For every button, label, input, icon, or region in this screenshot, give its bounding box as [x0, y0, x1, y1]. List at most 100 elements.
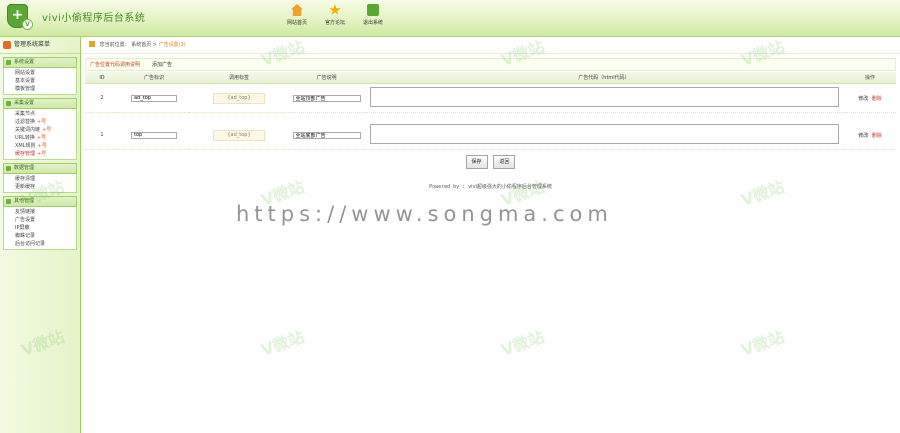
- nav-forum-label: 官方论坛: [324, 20, 345, 26]
- footer-text: vivi超级强大的小偷程序后台管理系统: [468, 184, 552, 190]
- sidebar-item-site-settings[interactable]: 网站设置: [4, 69, 76, 77]
- plus-mark: +号: [37, 143, 47, 149]
- sidebar-item-url-convert[interactable]: URL转换 +号: [4, 134, 76, 142]
- top-nav: 网站首页 官方论坛 退出系统: [284, 4, 386, 26]
- ad-code-textarea[interactable]: [369, 87, 839, 107]
- code-cell: [364, 121, 844, 150]
- sidebar-item-keywords[interactable]: 关键词内链 +号: [4, 126, 76, 134]
- ad-key-input[interactable]: [131, 131, 177, 139]
- save-button[interactable]: 保存: [465, 155, 488, 169]
- sidebar-item-ip-block[interactable]: IP屏蔽: [4, 224, 76, 232]
- sidebar-section-title[interactable]: 其他管理: [3, 196, 77, 207]
- sidebar-section-title[interactable]: 采集设置: [3, 98, 77, 109]
- home-icon: [89, 41, 95, 47]
- table-row: 2 {ad_top} 修改 删除: [85, 83, 896, 113]
- edit-link[interactable]: 修改: [858, 133, 868, 139]
- row-id: 1: [85, 121, 119, 150]
- sidebar-header: 管理系统菜单: [0, 37, 80, 54]
- tab-bar: 广告位置代码调用说明 添加广告: [85, 58, 896, 71]
- footer: Powered by : vivi超级强大的小偷程序后台管理系统: [81, 183, 900, 190]
- star-icon: [329, 4, 341, 15]
- nav-logout-label: 退出系统: [362, 20, 383, 26]
- ad-desc-input[interactable]: [292, 131, 361, 139]
- desc-cell: [289, 121, 364, 150]
- ad-key-input[interactable]: [131, 94, 177, 102]
- sidebar-item-basic-settings[interactable]: 基本设置: [4, 77, 76, 85]
- sidebar-item-access-log[interactable]: 后台访问记录: [4, 240, 76, 248]
- section-title-label: 采集设置: [14, 100, 35, 106]
- sidebar-item-clear-cache[interactable]: 缓存清理: [4, 175, 76, 183]
- delete-link[interactable]: 删除: [872, 96, 882, 102]
- column-header-tag: 调用标签: [189, 72, 289, 84]
- sidebar-item-spider-log[interactable]: 蜘蛛记录: [4, 232, 76, 240]
- edit-link[interactable]: 修改: [858, 96, 868, 102]
- sidebar-header-label: 管理系统菜单: [14, 41, 51, 48]
- ad-desc-input[interactable]: [292, 94, 361, 102]
- code-cell: [364, 83, 844, 113]
- sidebar-item-update-cache[interactable]: 更新缓存: [4, 183, 76, 191]
- tag-cell: {ad_top}: [189, 83, 289, 113]
- home-icon: [291, 4, 303, 16]
- folder-icon: [6, 101, 11, 106]
- nav-home[interactable]: 网站首页: [284, 4, 310, 26]
- menu-icon: [3, 41, 11, 49]
- actions-cell: 修改 删除: [844, 121, 896, 150]
- plus-mark: +号: [37, 119, 47, 125]
- sidebar-section-other: 其他管理 友情链接 广告设置 IP屏蔽 蜘蛛记录 后台访问记录: [3, 196, 77, 250]
- sidebar-item-nodes[interactable]: 采集节点: [4, 110, 76, 118]
- nav-logout[interactable]: 退出系统: [360, 4, 386, 26]
- breadcrumb-path[interactable]: 系统首页 >: [131, 42, 158, 48]
- tab-add-ad[interactable]: 添加广告: [152, 61, 172, 68]
- sidebar-item-filter[interactable]: 过滤替换 +号: [4, 118, 76, 126]
- tag-cell: {ad_top}: [189, 121, 289, 150]
- row-id: 2: [85, 83, 119, 113]
- sidebar-item-label: URL转换: [15, 135, 35, 141]
- plus-mark: +号: [37, 151, 47, 157]
- section-title-label: 其他管理: [14, 198, 35, 204]
- nav-home-label: 网站首页: [286, 20, 307, 26]
- table-row: 1 {ad_top} 修改 删除: [85, 121, 896, 150]
- column-header-actions: 操作: [844, 72, 896, 84]
- back-button[interactable]: 返回: [493, 155, 516, 169]
- actions-cell: 修改 删除: [844, 83, 896, 113]
- sidebar-list: 网站设置 基本设置 模板管理: [3, 68, 77, 95]
- sidebar-list: 友情链接 广告设置 IP屏蔽 蜘蛛记录 后台访问记录: [3, 207, 77, 250]
- key-cell: [119, 121, 189, 150]
- sidebar-list: 采集节点 过滤替换 +号 关键词内链 +号 URL转换 +号 XML规则 +号 缓存管理…: [3, 109, 77, 160]
- folder-icon: [6, 166, 11, 171]
- section-title-label: 系统设置: [14, 59, 35, 65]
- folder-icon: [6, 199, 11, 204]
- desc-cell: [289, 83, 364, 113]
- row-spacer: [85, 113, 896, 122]
- sidebar-section-collect: 采集设置 采集节点 过滤替换 +号 关键词内链 +号 URL转换 +号 XML规则 +号…: [3, 98, 77, 160]
- column-header-id: ID: [85, 72, 119, 84]
- call-tag: {ad_top}: [213, 92, 265, 104]
- plus-mark: +号: [42, 127, 52, 133]
- sidebar-section-title[interactable]: 数据管理: [3, 163, 77, 174]
- sidebar-item-links[interactable]: 友情链接: [4, 208, 76, 216]
- breadcrumb: 您当前位置： 系统首页 > 广告设置(3): [81, 37, 900, 54]
- spacer-cell: [85, 113, 896, 122]
- sidebar-item-xml-rules[interactable]: XML规则 +号: [4, 142, 76, 150]
- ad-code-textarea[interactable]: [369, 124, 839, 144]
- app-logo: + V: [7, 4, 33, 30]
- breadcrumb-current: 广告设置(3): [158, 42, 186, 48]
- logo-badge-letter: V: [22, 19, 33, 30]
- sidebar-item-cache[interactable]: 缓存管理 +号: [4, 150, 76, 158]
- sidebar-item-ads[interactable]: 广告设置: [4, 216, 76, 224]
- sidebar-item-label: XML规则: [15, 143, 36, 149]
- column-header-key: 广告标识: [119, 72, 189, 84]
- nav-forum[interactable]: 官方论坛: [322, 4, 348, 26]
- sidebar-item-templates[interactable]: 模板管理: [4, 85, 76, 93]
- column-header-desc: 广告说明: [289, 72, 364, 84]
- app-title: vivi小偷程序后台系统: [42, 13, 146, 24]
- call-tag: {ad_top}: [213, 129, 265, 141]
- sidebar-section-title[interactable]: 系统设置: [3, 57, 77, 68]
- button-bar: 保存 返回: [81, 155, 900, 169]
- sidebar-section-system: 系统设置 网站设置 基本设置 模板管理: [3, 57, 77, 95]
- delete-link[interactable]: 删除: [872, 133, 882, 139]
- plus-mark: +号: [36, 135, 47, 141]
- exit-icon: [367, 4, 379, 16]
- tab-ad-help[interactable]: 广告位置代码调用说明: [90, 61, 140, 68]
- section-title-label: 数据管理: [14, 165, 35, 171]
